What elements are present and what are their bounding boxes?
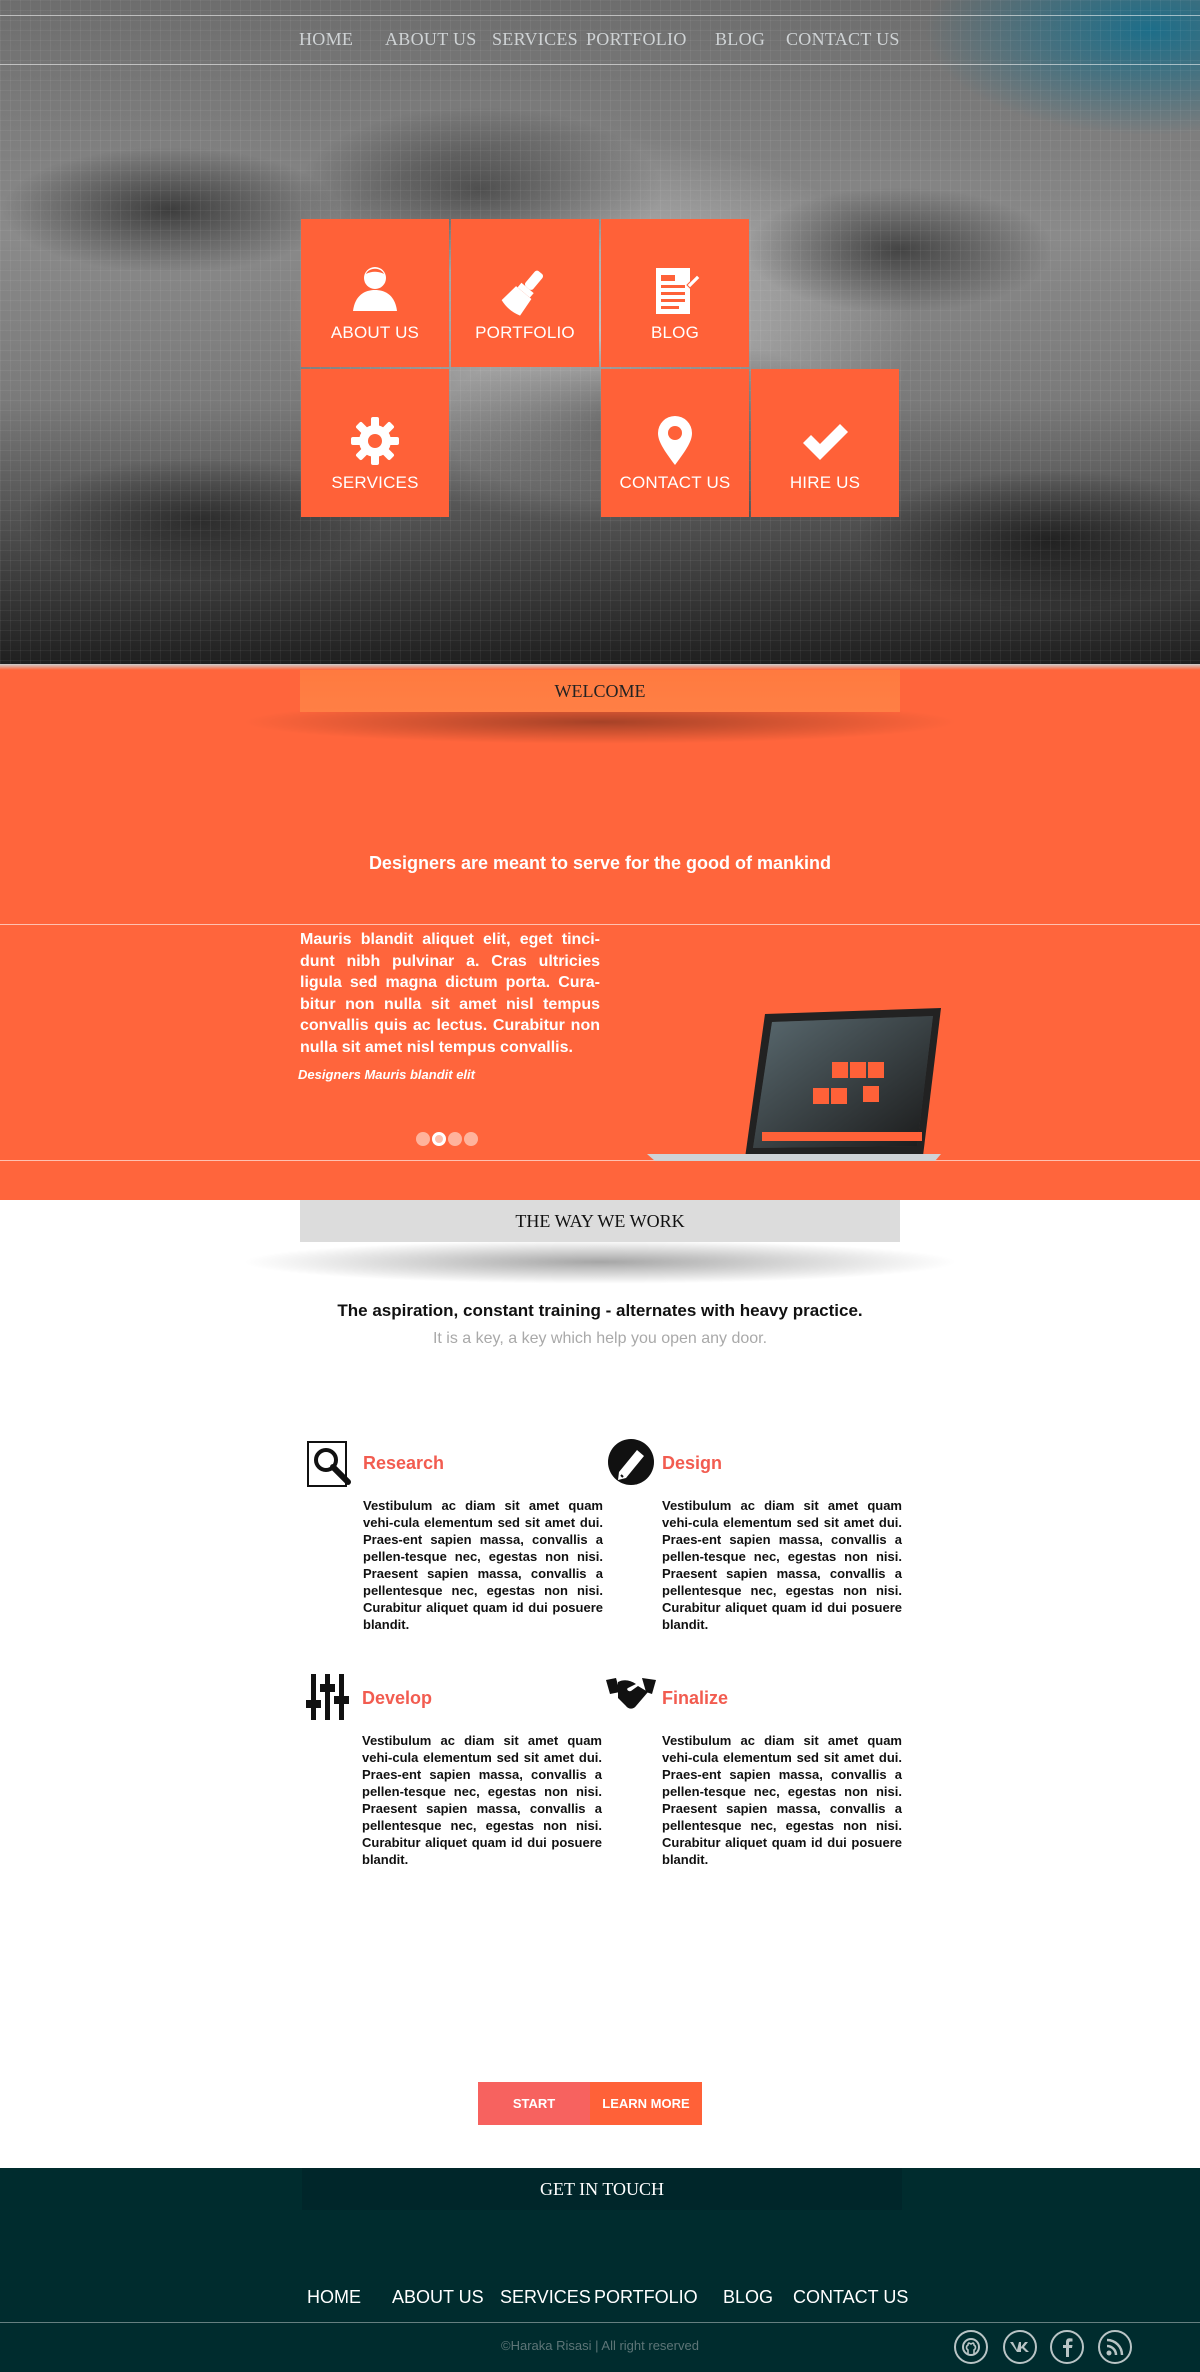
tile-contact-us[interactable]: CONTACT US: [601, 369, 749, 517]
nav-about-us[interactable]: ABOUT US: [385, 29, 477, 50]
nav-bottom-line: [0, 64, 1200, 65]
handshake-icon: [606, 1676, 656, 1712]
welcome-heading: WELCOME: [300, 670, 900, 712]
step-body-develop: Vestibulum ac diam sit amet quam vehi-cu…: [362, 1733, 602, 1867]
hero-section: [0, 0, 1200, 668]
tile-hire-us[interactable]: HIRE US: [751, 369, 899, 517]
step-body-finalize: Vestibulum ac diam sit amet quam vehi-cu…: [662, 1733, 902, 1867]
brush-icon: [451, 265, 599, 317]
tile-about-us[interactable]: ABOUT US: [301, 219, 449, 367]
step-title-research: Research: [363, 1453, 445, 1473]
tile-label: ABOUT US: [330, 323, 420, 342]
slide-text: Mauris blandit aliquet elit, eget tinci-…: [300, 931, 600, 1056]
slider-dot-active[interactable]: [432, 1132, 446, 1146]
github-icon[interactable]: [954, 2330, 988, 2364]
start-button[interactable]: START: [478, 2082, 590, 2125]
footer-nav-home[interactable]: HOME: [307, 2287, 361, 2308]
footer-nav-about-us[interactable]: ABOUT US: [392, 2287, 484, 2308]
rss-icon[interactable]: [1098, 2330, 1132, 2364]
tile-portfolio[interactable]: PORTFOLIO: [451, 219, 599, 367]
footer-heading: GET IN TOUCH: [302, 2168, 902, 2210]
map-pin-icon: [601, 415, 749, 467]
sliders-icon: [306, 1674, 350, 1720]
nav-services[interactable]: SERVICES: [492, 29, 578, 50]
slider-bottom-line: [0, 1160, 1200, 1161]
tile-label: HIRE US: [789, 473, 861, 492]
tile-label: SERVICES: [331, 473, 419, 492]
tile-label: CONTACT US: [619, 473, 731, 492]
gear-icon: [301, 415, 449, 467]
slider-dots: [416, 1132, 478, 1146]
nav-blog[interactable]: BLOG: [715, 29, 765, 50]
pen-icon: [607, 1438, 655, 1486]
footer-nav-blog[interactable]: BLOG: [723, 2287, 773, 2308]
nav-home[interactable]: HOME: [299, 29, 353, 50]
welcome-section: [0, 668, 1200, 1200]
facebook-icon[interactable]: [1050, 2330, 1084, 2364]
work-bar-shadow: [240, 1240, 960, 1284]
nav-contact-us[interactable]: CONTACT US: [786, 29, 900, 50]
step-title-finalize: Finalize: [662, 1688, 729, 1708]
tile-services[interactable]: SERVICES: [301, 369, 449, 517]
magnifier-icon: [306, 1440, 352, 1488]
work-sub: It is a key, a key which help you open a…: [432, 1330, 768, 1347]
footer-nav-portfolio[interactable]: PORTFOLIO: [594, 2287, 698, 2308]
vk-icon[interactable]: [1003, 2330, 1037, 2364]
checkmark-icon: [751, 415, 899, 467]
footer-nav-services[interactable]: SERVICES: [500, 2287, 591, 2308]
step-body-research: Vestibulum ac diam sit amet quam vehi-cu…: [363, 1498, 603, 1632]
nav-top-line: [0, 15, 1200, 16]
laptop-image: [645, 1006, 945, 1161]
tile-blog[interactable]: BLOG: [601, 219, 749, 367]
learn-more-button[interactable]: LEARN MORE: [590, 2082, 702, 2125]
footer-divider: [0, 2322, 1200, 2323]
slider-dot[interactable]: [464, 1132, 478, 1146]
step-title-develop: Develop: [362, 1688, 433, 1708]
slider-dot[interactable]: [448, 1132, 462, 1146]
tile-label: BLOG: [650, 323, 700, 342]
work-lead: The aspiration, constant training - alte…: [337, 1301, 863, 1320]
document-icon: [601, 265, 749, 317]
step-title-design: Design: [662, 1453, 723, 1473]
step-body-design: Vestibulum ac diam sit amet quam vehi-cu…: [662, 1498, 902, 1632]
user-icon: [301, 265, 449, 317]
work-heading: THE WAY WE WORK: [300, 1200, 900, 1242]
slider-dot[interactable]: [416, 1132, 430, 1146]
nav-portfolio[interactable]: PORTFOLIO: [586, 29, 687, 50]
slider-top-line: [0, 924, 1200, 925]
slide-caption: Designers Mauris blandit elit: [298, 1067, 475, 1082]
welcome-tagline: Designers are meant to serve for the goo…: [368, 853, 832, 873]
tile-label: PORTFOLIO: [475, 323, 575, 342]
footer-nav-contact-us[interactable]: CONTACT US: [793, 2287, 908, 2308]
